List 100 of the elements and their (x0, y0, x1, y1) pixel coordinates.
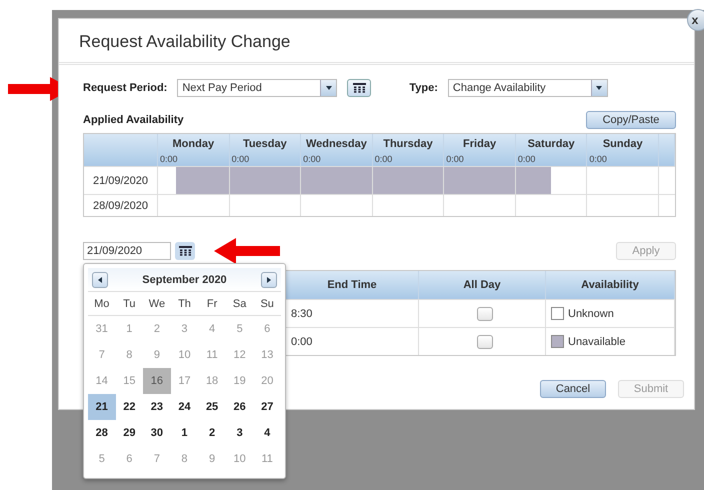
calendar-day[interactable]: 9 (143, 342, 171, 368)
type-label: Type: (409, 82, 438, 94)
day-cell[interactable] (516, 166, 588, 194)
calendar-day[interactable]: 27 (253, 394, 281, 420)
weekday-label: Sa (226, 292, 254, 316)
calendar-day[interactable]: 26 (226, 394, 254, 420)
calendar-day[interactable]: 10 (170, 342, 198, 368)
caret-down-icon (596, 85, 602, 91)
day-cell[interactable] (230, 166, 302, 194)
calendar-day[interactable]: 24 (170, 394, 198, 420)
calendar-day[interactable]: 3 (170, 316, 198, 342)
day-cell[interactable] (587, 194, 659, 216)
calendar-day[interactable]: 2 (143, 316, 171, 342)
calendar-day[interactable]: 1 (170, 420, 198, 446)
calendar-day[interactable]: 10 (226, 446, 254, 472)
calendar-day[interactable]: 20 (253, 368, 281, 394)
day-cell[interactable] (372, 166, 444, 194)
day-cell[interactable] (301, 194, 373, 216)
all-day-checkbox[interactable] (476, 334, 492, 348)
next-month-button[interactable] (260, 272, 277, 288)
calendar-day[interactable]: 31 (88, 316, 116, 342)
calendar-day[interactable]: 19 (226, 368, 254, 394)
time-label: 0:00 (303, 154, 321, 164)
time-label: 0:00 (160, 154, 178, 164)
type-select[interactable]: Change Availability (448, 79, 608, 97)
calendar-day[interactable]: 17 (170, 368, 198, 394)
caret-left-icon (97, 276, 103, 282)
calendar-day[interactable]: 21 (88, 394, 116, 420)
calendar-day[interactable]: 4 (253, 420, 281, 446)
day-cell[interactable] (516, 194, 588, 216)
day-name: Monday (172, 138, 216, 150)
calendar-day[interactable]: 28 (88, 420, 116, 446)
previous-month-button[interactable] (92, 272, 108, 288)
calendar-day[interactable]: 15 (116, 368, 144, 394)
column-header: All Day (419, 271, 546, 299)
day-cell[interactable] (444, 166, 516, 194)
pointer-arrow (214, 238, 280, 264)
calendar-day[interactable]: 11 (253, 446, 281, 472)
day-cell[interactable] (444, 194, 516, 216)
weekday-label: Mo (88, 292, 116, 316)
calendar-icon (352, 83, 366, 93)
day-name: Sunday (602, 138, 644, 150)
cancel-button[interactable]: Cancel (540, 380, 606, 398)
day-name: Friday (462, 138, 498, 150)
date-picker-button[interactable] (175, 242, 195, 260)
calendar-day[interactable]: 3 (226, 420, 254, 446)
calendar-day[interactable]: 6 (116, 446, 144, 472)
calendar-day[interactable]: 8 (170, 446, 198, 472)
column-header: Availability (546, 271, 675, 299)
availability-label: Unavailable (568, 336, 626, 348)
calendar-day[interactable]: 12 (226, 342, 254, 368)
calendar-day[interactable]: 30 (143, 420, 171, 446)
day-name: Tuesday (242, 138, 288, 150)
request-period-label: Request Period: (83, 82, 168, 94)
calendar-day[interactable]: 6 (253, 316, 281, 342)
caret-right-icon (266, 276, 272, 282)
calendar-day[interactable]: 11 (198, 342, 226, 368)
time-label: 0:00 (589, 154, 607, 164)
time-label: 0:00 (446, 154, 464, 164)
calendar-day[interactable]: 14 (88, 368, 116, 394)
calendar-day[interactable]: 1 (116, 316, 144, 342)
calendar-day[interactable]: 2 (198, 420, 226, 446)
month-title: September 2020 (142, 274, 227, 286)
day-cell[interactable] (158, 194, 230, 216)
calendar-day[interactable]: 7 (88, 342, 116, 368)
calendar-day[interactable]: 16 (143, 368, 171, 394)
day-cell[interactable] (158, 166, 230, 194)
calendar-button[interactable] (347, 79, 372, 97)
calendar-day[interactable]: 13 (253, 342, 281, 368)
request-period-select[interactable]: Next Pay Period (177, 79, 338, 97)
calendar-day[interactable]: 5 (226, 316, 254, 342)
weekday-label: Tu (116, 292, 144, 316)
date-field[interactable]: 21/09/2020 (83, 242, 171, 260)
calendar-day[interactable]: 22 (116, 394, 144, 420)
caret-down-icon (326, 85, 332, 91)
calendar-day[interactable]: 25 (198, 394, 226, 420)
calendar-day[interactable]: 18 (198, 368, 226, 394)
calendar-day[interactable]: 7 (143, 446, 171, 472)
day-name: Thursday (382, 138, 434, 150)
all-day-checkbox[interactable] (476, 306, 492, 320)
calendar-day[interactable]: 8 (116, 342, 144, 368)
day-name: Wednesday (304, 138, 368, 150)
day-cell[interactable] (301, 166, 373, 194)
calendar-day[interactable]: 9 (198, 446, 226, 472)
time-label: 0:00 (518, 154, 536, 164)
column-header: End Time (286, 271, 419, 299)
day-cell[interactable] (230, 194, 302, 216)
availability-label: Unknown (568, 308, 614, 320)
weekday-label: Fr (198, 292, 226, 316)
time-label: 0:00 (374, 154, 392, 164)
weekday-label: Th (170, 292, 198, 316)
weekday-label: Su (253, 292, 281, 316)
day-cell[interactable] (587, 166, 659, 194)
calendar-day[interactable]: 29 (116, 420, 144, 446)
day-cell[interactable] (372, 194, 444, 216)
section-title: Applied Availability (83, 114, 184, 126)
copy-paste-button[interactable]: Copy/Paste (586, 111, 676, 129)
calendar-day[interactable]: 5 (88, 446, 116, 472)
calendar-day[interactable]: 23 (143, 394, 171, 420)
calendar-day[interactable]: 4 (198, 316, 226, 342)
